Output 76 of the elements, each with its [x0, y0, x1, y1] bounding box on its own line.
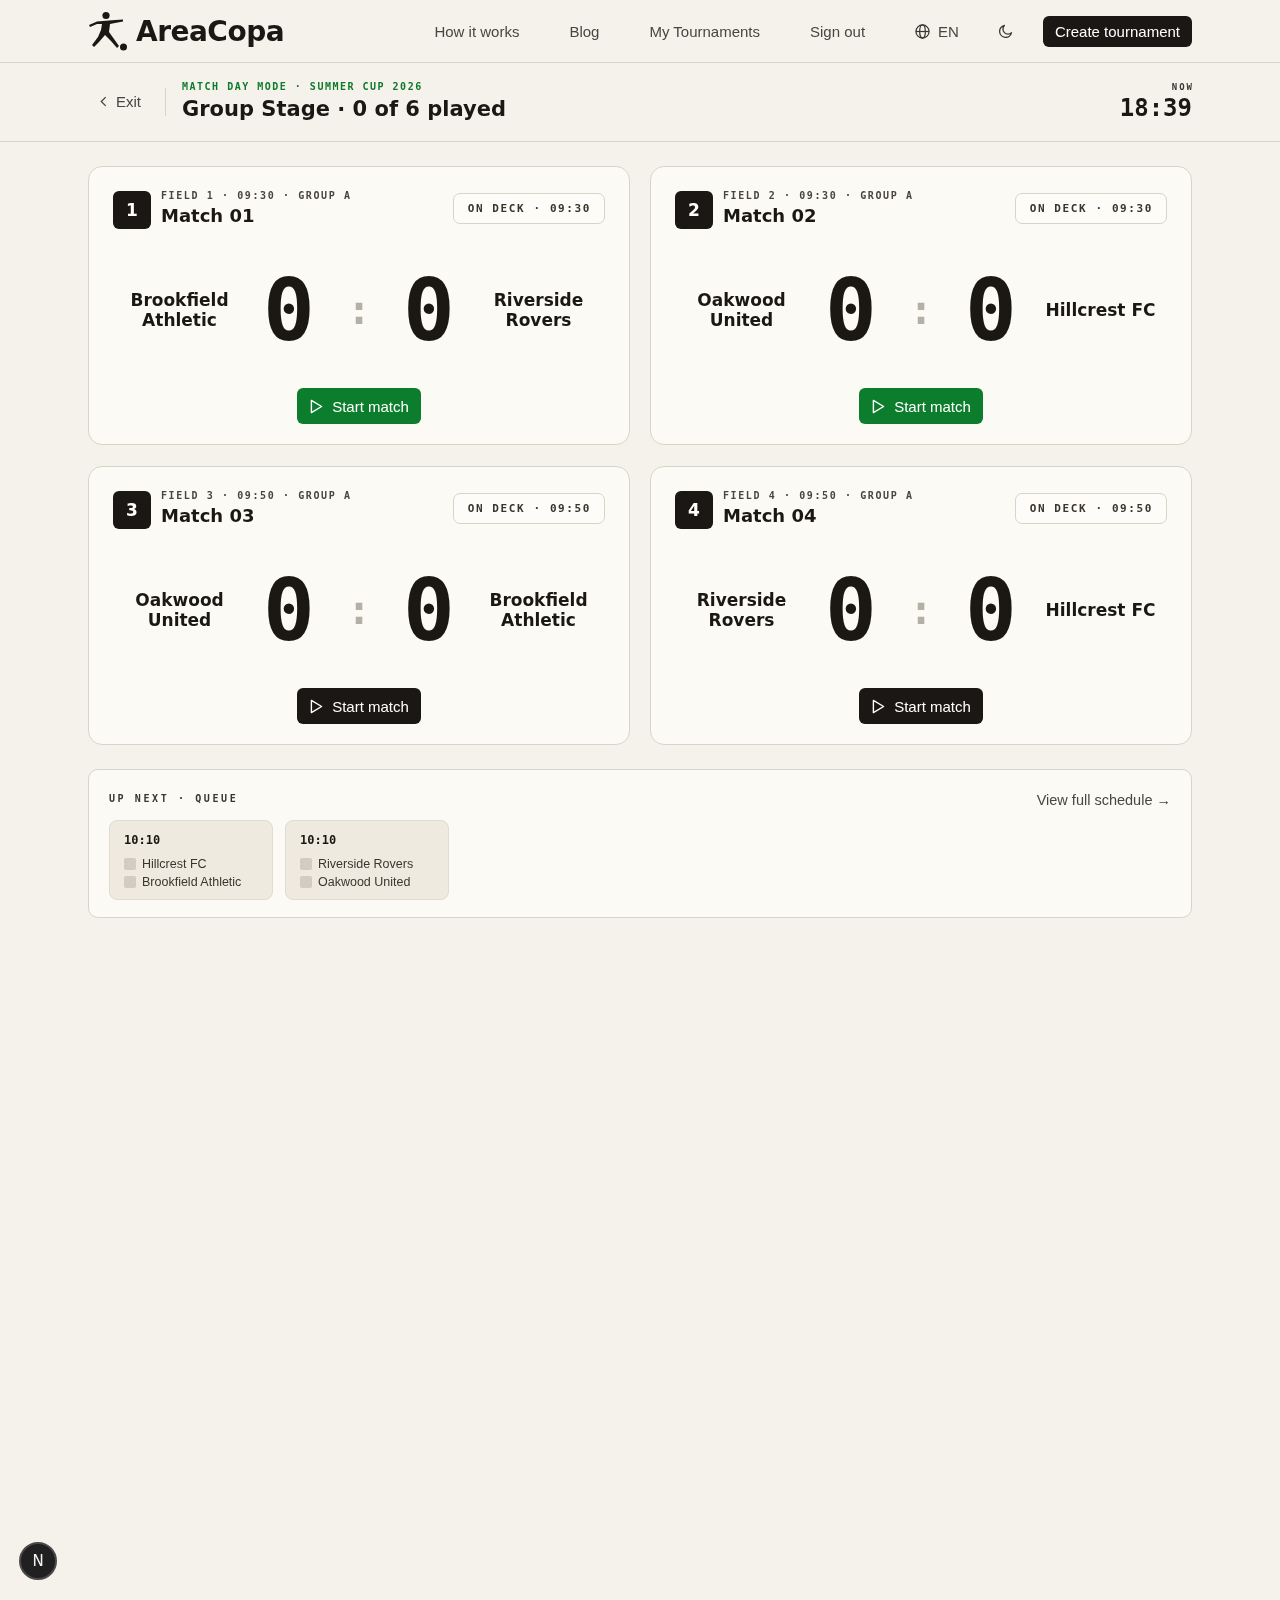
queue-team-name: Brookfield Athletic	[142, 875, 242, 889]
match-title: Match 04	[723, 504, 818, 528]
away-team-name: Brookfield Athletic	[488, 590, 589, 630]
match-meta: FIELD 3 · 09:50 · GROUP A	[161, 489, 352, 503]
team-swatch-icon	[124, 876, 136, 888]
queue-team-name: Oakwood United	[318, 875, 411, 889]
match-number-badge: 3	[113, 491, 151, 529]
nav-link[interactable]: How it works	[434, 22, 520, 40]
match-status-pill: ON DECK · 09:50	[1014, 493, 1167, 524]
match-title: Match 03	[161, 504, 256, 528]
start-match-button[interactable]: Start match	[297, 388, 421, 424]
match-status-pill: ON DECK · 09:30	[1014, 193, 1167, 224]
away-score: 0	[964, 265, 1018, 355]
score-separator: :	[345, 588, 373, 632]
match-meta: FIELD 1 · 09:30 · GROUP A	[161, 189, 352, 203]
start-match-button[interactable]: Start match	[297, 688, 421, 724]
queue-title: UP NEXT · QUEUE	[109, 792, 239, 804]
score-separator: :	[907, 588, 935, 632]
away-score: 0	[402, 265, 456, 355]
dev-indicator-button[interactable]: N	[19, 1542, 57, 1580]
exit-link[interactable]: Exit	[100, 93, 141, 110]
match-meta: FIELD 4 · 09:50 · GROUP A	[723, 489, 914, 503]
nav-link[interactable]: My Tournaments	[649, 22, 761, 40]
moon-icon	[998, 24, 1013, 38]
home-score: 0	[824, 265, 878, 355]
home-team-name: Riverside Rovers	[695, 590, 788, 630]
globe-icon	[915, 23, 931, 39]
team-swatch-icon	[300, 858, 312, 870]
queue-team-name: Riverside Rovers	[318, 857, 414, 871]
away-team-name: Hillcrest FC	[1045, 600, 1156, 620]
start-match-button[interactable]: Start match	[859, 388, 983, 424]
away-team-name: Riverside Rovers	[492, 290, 585, 330]
nav-link[interactable]: Blog	[569, 22, 600, 40]
play-icon	[310, 398, 324, 414]
match-title: Match 02	[723, 204, 818, 228]
score-separator: :	[345, 288, 373, 332]
play-icon	[872, 698, 886, 714]
theme-toggle-button[interactable]	[998, 24, 1013, 38]
match-number-badge: 2	[675, 191, 713, 229]
score-separator: :	[907, 288, 935, 332]
away-score: 0	[402, 565, 456, 655]
queue-match-time: 10:10	[300, 833, 338, 847]
full-schedule-link[interactable]: View full schedule →	[1036, 792, 1171, 808]
language-button[interactable]: EN	[915, 22, 959, 40]
match-number-badge: 1	[113, 191, 151, 229]
home-team-name: Brookfield Athletic	[129, 290, 230, 330]
stage-title: Group Stage · 0 of 6 played	[182, 96, 506, 123]
match-title: Match 01	[161, 204, 256, 228]
queue-match-time: 10:10	[124, 833, 162, 847]
footballer-icon	[88, 11, 128, 51]
queue-match-card[interactable]: 10:10 Riverside Rovers Oakwood United	[285, 820, 449, 900]
home-team-name: Oakwood United	[696, 290, 787, 330]
clock-time: 18:39	[1119, 95, 1192, 121]
team-swatch-icon	[300, 876, 312, 888]
team-swatch-icon	[124, 858, 136, 870]
play-icon	[310, 698, 324, 714]
match-number-badge: 4	[675, 491, 713, 529]
start-match-button[interactable]: Start match	[859, 688, 983, 724]
nav-link[interactable]: Sign out	[810, 22, 866, 40]
mode-eyebrow: MATCH DAY MODE · SUMMER CUP 2026	[182, 80, 424, 94]
create-tournament-button[interactable]: Create tournament	[1042, 15, 1192, 47]
queue-team-name: Hillcrest FC	[142, 857, 207, 871]
clock-label: NOW	[1171, 82, 1194, 92]
home-score: 0	[824, 565, 878, 655]
away-team-name: Hillcrest FC	[1045, 300, 1156, 320]
away-score: 0	[964, 565, 1018, 655]
queue-match-card[interactable]: 10:10 Hillcrest FC Brookfield Athletic	[109, 820, 273, 900]
match-status-pill: ON DECK · 09:50	[452, 493, 605, 524]
home-link[interactable]: AreaCopa	[88, 11, 285, 51]
match-status-pill: ON DECK · 09:30	[452, 193, 605, 224]
chevron-left-icon	[100, 96, 107, 107]
play-icon	[872, 398, 886, 414]
home-team-name: Oakwood United	[134, 590, 225, 630]
home-score: 0	[262, 565, 316, 655]
home-score: 0	[262, 265, 316, 355]
match-meta: FIELD 2 · 09:30 · GROUP A	[723, 189, 914, 203]
